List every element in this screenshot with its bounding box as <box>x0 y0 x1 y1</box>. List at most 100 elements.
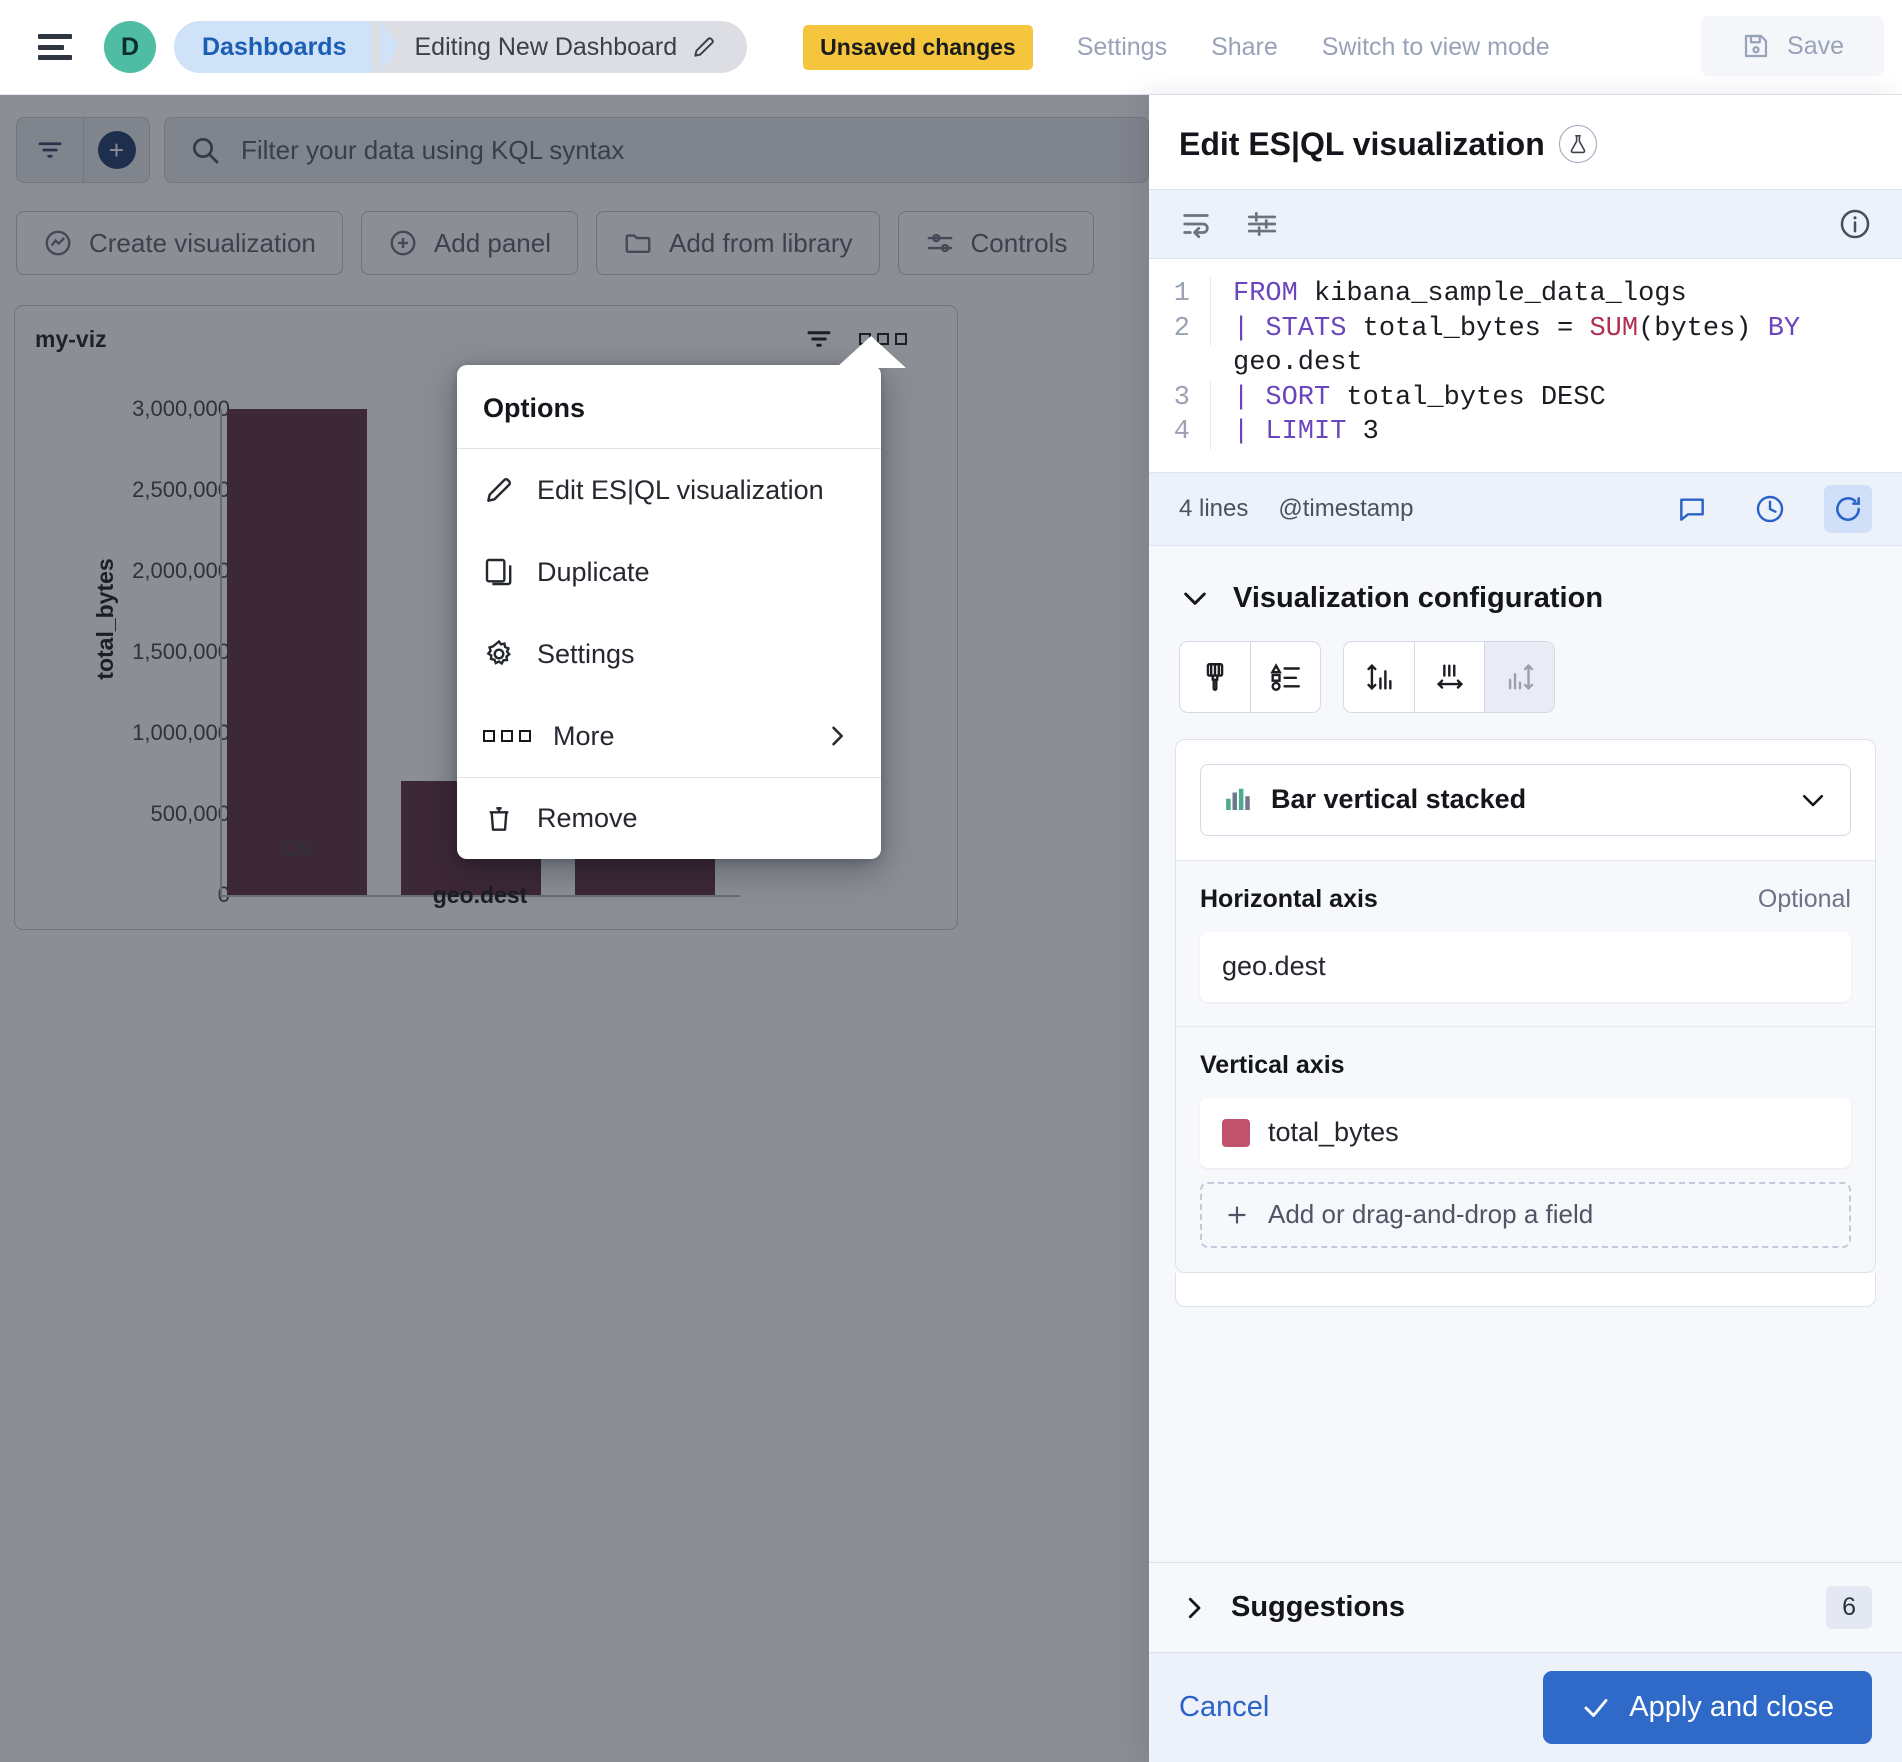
pencil-icon[interactable] <box>691 34 717 60</box>
apply-label: Apply and close <box>1629 1691 1834 1724</box>
y-tick: 1,000,000 <box>132 720 230 746</box>
add-panel-label: Add panel <box>434 228 551 259</box>
add-from-library-button[interactable]: Add from library <box>596 211 880 275</box>
edit-esql-flyout: Edit ES|QL visualization <box>1149 95 1902 1762</box>
nav-share[interactable]: Share <box>1211 33 1278 62</box>
vertical-axis-field[interactable]: total_bytes <box>1200 1098 1851 1168</box>
chart-x-axis-title: geo.dest <box>220 882 740 909</box>
suggestions-bar[interactable]: Suggestions 6 <box>1149 1562 1902 1652</box>
filter-list-button[interactable] <box>17 118 83 182</box>
add-from-library-label: Add from library <box>669 228 853 259</box>
menu-item-more[interactable]: More <box>457 695 881 777</box>
check-icon <box>1581 1693 1611 1723</box>
visualization-configuration-section: Visualization configuration <box>1149 546 1902 1562</box>
chart-y-axis-ticks: 3,000,000 2,500,000 2,000,000 1,500,000 … <box>105 306 230 931</box>
code-text: | LIMIT 3 <box>1211 415 1379 450</box>
viz-config-card: Bar vertical stacked Horizontal axis Opt… <box>1175 739 1876 1273</box>
viz-config-overflow <box>1175 1273 1876 1307</box>
run-query-icon[interactable] <box>1824 485 1872 533</box>
menu-item-settings[interactable]: Settings <box>457 613 881 695</box>
suggestions-count-badge: 6 <box>1826 1586 1872 1629</box>
status-badge: Unsaved changes <box>803 25 1033 70</box>
nav-switch-to-view-mode[interactable]: Switch to view mode <box>1322 33 1550 62</box>
space-avatar[interactable]: D <box>104 21 156 73</box>
horizontal-bar-icon-button[interactable] <box>1414 642 1484 712</box>
suggestions-label: Suggestions <box>1231 1591 1405 1624</box>
controls-button[interactable]: Controls <box>898 211 1095 275</box>
vertical-bar-icon-button[interactable] <box>1344 642 1414 712</box>
options-menu-title: Options <box>457 365 881 449</box>
kql-placeholder: Filter your data using KQL syntax <box>241 135 624 166</box>
chevron-down-icon <box>1179 582 1211 614</box>
breadcrumb-dashboards[interactable]: Dashboards <box>174 21 382 73</box>
breadcrumb-current[interactable]: Editing New Dashboard <box>372 21 747 73</box>
menu-item-remove[interactable]: Remove <box>457 777 881 859</box>
cancel-button[interactable]: Cancel <box>1179 1691 1269 1724</box>
add-field-dropzone[interactable]: Add or drag-and-drop a field <box>1200 1182 1851 1248</box>
y-tick: 1,500,000 <box>132 639 230 665</box>
y-tick: 2,500,000 <box>132 477 230 503</box>
apply-and-close-button[interactable]: Apply and close <box>1543 1671 1872 1744</box>
plus-circle-icon <box>388 228 418 258</box>
menu-item-edit-esql-visualization[interactable]: Edit ES|QL visualization <box>457 449 881 531</box>
copy-icon <box>483 556 515 588</box>
color-swatch[interactable] <box>1222 1119 1250 1147</box>
vertical-axis-head: Vertical axis <box>1200 1051 1851 1080</box>
chevron-right-icon <box>1179 1593 1209 1623</box>
menu-item-duplicate[interactable]: Duplicate <box>457 531 881 613</box>
legend-list-icon-button[interactable] <box>1250 642 1320 712</box>
folder-icon <box>623 228 653 258</box>
chart-type-select[interactable]: Bar vertical stacked <box>1200 764 1851 836</box>
chart-type-row: Bar vertical stacked <box>1176 740 1875 860</box>
code-text: FROM kibana_sample_data_logs <box>1211 277 1687 312</box>
feedback-icon[interactable] <box>1668 485 1716 533</box>
info-icon[interactable] <box>1838 207 1872 241</box>
dashboard-toolbar: Create visualization Add panel Add from … <box>0 205 1149 281</box>
dashboard-area: + Filter your data using KQL syntax Crea… <box>0 0 1149 1762</box>
horizontal-axis-block: Horizontal axis Optional geo.dest <box>1176 860 1875 1026</box>
time-field-label: @timestamp <box>1278 495 1413 523</box>
bar-cn[interactable] <box>227 409 367 895</box>
lens-icon <box>43 228 73 258</box>
x-tick: CN <box>281 836 313 862</box>
code-line: 2 | STATS total_bytes = SUM(bytes) BY <box>1149 312 1902 347</box>
chevron-right-icon <box>823 722 851 750</box>
add-panel-button[interactable]: Add panel <box>361 211 578 275</box>
menu-icon[interactable] <box>38 34 72 60</box>
controls-label: Controls <box>971 228 1068 259</box>
style-group <box>1179 641 1321 713</box>
menu-item-label: Duplicate <box>537 557 650 588</box>
code-line: 4 | LIMIT 3 <box>1149 415 1902 450</box>
options-menu-arrow <box>836 336 906 368</box>
line-number: 3 <box>1149 381 1211 416</box>
trash-icon <box>483 803 515 835</box>
vertical-axis-block: Vertical axis total_bytes Add or drag-an… <box>1176 1026 1875 1272</box>
kql-search-input[interactable]: Filter your data using KQL syntax <box>164 117 1149 183</box>
options-context-menu: Options Edit ES|QL visualization Duplica… <box>457 365 881 859</box>
add-filter-button[interactable]: + <box>83 118 149 182</box>
plus-icon: + <box>98 131 136 169</box>
horizontal-axis-field-label: geo.dest <box>1222 951 1326 982</box>
line-number: 1 <box>1149 277 1211 312</box>
save-button[interactable]: Save <box>1701 16 1884 76</box>
create-visualization-button[interactable]: Create visualization <box>16 211 343 275</box>
brush-icon-button[interactable] <box>1180 642 1250 712</box>
plus-icon <box>1224 1202 1250 1228</box>
add-field-label: Add or drag-and-drop a field <box>1268 1199 1593 1230</box>
ellipsis-icon <box>483 730 531 742</box>
code-line: 3 | SORT total_bytes DESC <box>1149 381 1902 416</box>
nav-settings[interactable]: Settings <box>1077 33 1167 62</box>
bar-chart-icon <box>1223 785 1253 815</box>
esql-code-editor[interactable]: 1 FROM kibana_sample_data_logs 2 | STATS… <box>1149 259 1902 472</box>
query-history-icon[interactable] <box>1746 485 1794 533</box>
word-wrap-icon[interactable] <box>1179 207 1213 241</box>
viz-config-header[interactable]: Visualization configuration <box>1149 546 1902 615</box>
editor-settings-icon[interactable] <box>1245 207 1279 241</box>
flyout-title-label: Edit ES|QL visualization <box>1179 126 1545 163</box>
horizontal-axis-field[interactable]: geo.dest <box>1200 932 1851 1002</box>
menu-item-label: More <box>553 721 615 752</box>
editor-toolbar <box>1149 189 1902 259</box>
mixed-axis-icon-button[interactable] <box>1484 642 1554 712</box>
vertical-axis-field-label: total_bytes <box>1268 1117 1399 1148</box>
menu-item-label: Edit ES|QL visualization <box>537 475 824 506</box>
